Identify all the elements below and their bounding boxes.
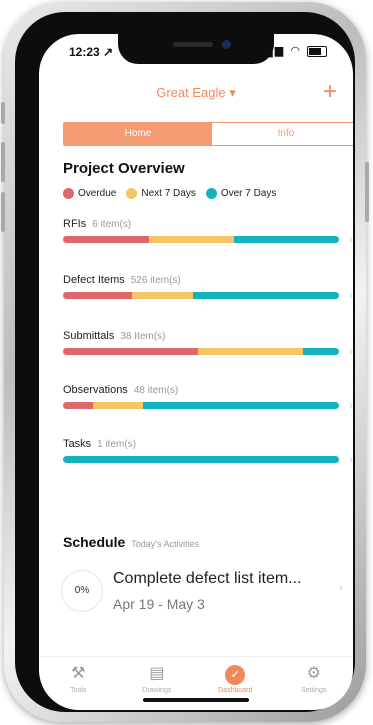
power-button: [365, 162, 369, 222]
phone-frame: 12:23 ↗ ▂▄▆ ◠ Great Eagle ▾ + Home Info …: [1, 2, 369, 722]
speaker: [173, 42, 213, 47]
chevron-right-icon: ›: [349, 232, 353, 246]
legend-next-7-days: Next 7 Days: [126, 188, 196, 199]
tab-settings[interactable]: ⚙ Settings: [275, 657, 354, 710]
over-7-days-segment: [234, 236, 339, 243]
tab-info[interactable]: Info: [212, 123, 353, 145]
project-selector[interactable]: Great Eagle ▾: [39, 85, 353, 101]
notch: [118, 34, 274, 64]
overdue-segment: [63, 236, 149, 243]
legend-over-7-days: Over 7 Days: [205, 188, 277, 199]
overview-row-observations[interactable]: Observations 48 item(s) ›: [63, 380, 353, 412]
overview-row-submittals[interactable]: Submittals 38 Item(s) ›: [63, 326, 353, 358]
add-button[interactable]: +: [323, 78, 337, 106]
volume-down-button: [1, 192, 5, 232]
status-time: 12:23 ↗: [69, 45, 114, 59]
next-7-days-dot: [126, 188, 138, 199]
activity-date: Apr 19 - May 3: [113, 596, 205, 612]
status-bar: [63, 236, 339, 243]
over-7-days-segment: [143, 402, 339, 409]
row-label: Defect Items: [63, 274, 125, 286]
app-header: Great Eagle ▾ +: [39, 78, 353, 108]
row-count: 48 item(s): [133, 385, 179, 396]
status-bar: [63, 348, 339, 355]
overview-row-tasks[interactable]: Tasks 1 item(s) ›: [63, 434, 353, 466]
overdue-segment: [63, 292, 132, 299]
status-legend: Overdue Next 7 Days Over 7 Days: [63, 188, 286, 199]
chevron-right-icon: ›: [349, 398, 353, 412]
legend-label: Overdue: [78, 188, 117, 199]
overview-row-rfis[interactable]: RFIs 6 item(s) ›: [63, 214, 353, 246]
row-count: 526 item(s): [130, 275, 181, 286]
over-7-days-segment: [303, 348, 339, 355]
next-7-days-segment: [93, 402, 144, 409]
chevron-right-icon: ›: [349, 344, 353, 358]
home-info-segment: Home Info: [63, 122, 353, 146]
overdue-segment: [63, 402, 94, 409]
chevron-right-icon: ›: [349, 452, 353, 466]
battery-icon: [307, 45, 327, 57]
next-7-days-segment: [148, 236, 235, 243]
camera: [222, 40, 231, 49]
row-label: Tasks: [63, 438, 92, 450]
activity-title: Complete defect list item...: [113, 570, 302, 587]
dashboard-icon: ✓: [225, 665, 246, 685]
tab-tools[interactable]: ⚒ Tools: [39, 657, 118, 710]
tab-dashboard[interactable]: ✓ Dashboard: [196, 657, 275, 710]
row-count: 6 item(s): [92, 219, 132, 230]
status-bar: [63, 456, 339, 463]
tab-label: Drawings: [142, 687, 172, 694]
wifi-icon: ◠: [290, 45, 302, 57]
drawings-icon: ▤: [149, 665, 165, 682]
schedule-heading: Schedule: [63, 534, 126, 550]
tab-label: Settings: [301, 687, 327, 694]
schedule-subtitle: Today's Activities: [131, 539, 199, 549]
tab-home[interactable]: Home: [64, 123, 212, 145]
row-label: Observations: [63, 384, 128, 396]
project-overview-title: Project Overview: [63, 160, 185, 177]
legend-overdue: Overdue: [63, 188, 116, 199]
legend-label: Next 7 Days: [141, 188, 196, 199]
mute-switch: [1, 102, 5, 124]
settings-icon: ⚙: [306, 665, 321, 682]
tab-label: Tools: [70, 687, 87, 694]
over-7-days-segment: [192, 292, 339, 299]
row-label: Submittals: [63, 330, 115, 342]
row-count: 38 Item(s): [120, 331, 166, 342]
volume-up-button: [1, 142, 5, 182]
dashboard-icon-wrap: ✓: [196, 663, 275, 685]
phone-bezel: 12:23 ↗ ▂▄▆ ◠ Great Eagle ▾ + Home Info …: [15, 12, 355, 712]
status-bar: [63, 292, 339, 299]
overdue-dot: [63, 188, 74, 199]
over-7-days-segment: [63, 456, 339, 463]
row-count: 1 item(s): [97, 439, 137, 450]
next-7-days-segment: [198, 348, 304, 355]
app-screen: 12:23 ↗ ▂▄▆ ◠ Great Eagle ▾ + Home Info …: [39, 34, 353, 710]
over-7-days-dot: [205, 188, 217, 199]
legend-label: Over 7 Days: [220, 188, 277, 199]
activity-item[interactable]: 0% Complete defect list item... Apr 19 -…: [61, 564, 351, 634]
overview-row-defect-items[interactable]: Defect Items 526 item(s) ›: [63, 270, 353, 302]
overdue-segment: [63, 348, 199, 355]
progress-circle: 0%: [61, 570, 103, 612]
chevron-right-icon: ›: [339, 580, 343, 594]
home-indicator: [143, 698, 249, 702]
chevron-right-icon: ›: [349, 288, 353, 302]
toolbox-icon: ⚒: [71, 665, 86, 682]
schedule-title: Schedule Today's Activities: [63, 534, 199, 550]
row-label: RFIs: [63, 218, 87, 230]
status-bar: [63, 402, 339, 409]
tab-label: Dashboard: [218, 687, 253, 694]
next-7-days-segment: [132, 292, 193, 299]
tab-drawings[interactable]: ▤ Drawings: [118, 657, 197, 710]
